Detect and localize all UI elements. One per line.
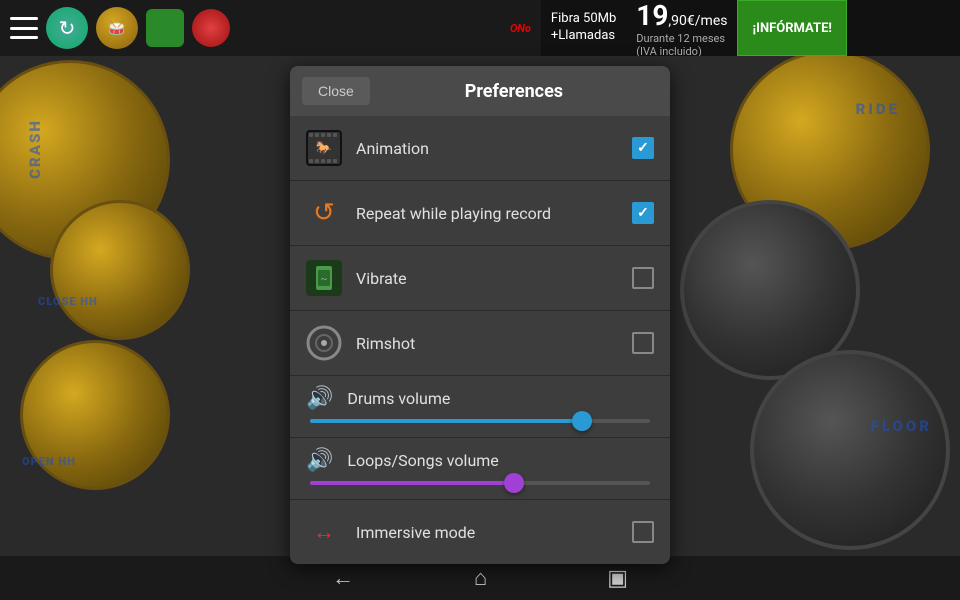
immersive-icon: ↔ <box>306 514 342 550</box>
ad-tax: (IVA incluido) <box>636 45 727 57</box>
immersive-checkbox[interactable] <box>632 521 654 543</box>
pref-item-animation[interactable]: 🐎 Animation <box>290 116 670 181</box>
top-bar-controls: ↻ 🥁 <box>10 7 230 49</box>
animation-checkbox[interactable] <box>632 137 654 159</box>
drums-volume-thumb[interactable] <box>572 411 592 431</box>
ad-duration: Durante 12 meses <box>636 32 727 45</box>
refresh-button[interactable]: ↻ <box>46 7 88 49</box>
rimshot-icon <box>306 325 342 361</box>
loops-speaker-icon: 🔊 <box>306 448 333 473</box>
svg-text:~: ~ <box>321 274 328 285</box>
loops-volume-fill <box>310 481 514 485</box>
ad-line1: Fibra 50Mb <box>551 11 616 28</box>
drums-volume-label: Drums volume <box>347 389 450 408</box>
drums-speaker-icon: 🔊 <box>306 386 333 411</box>
loops-volume-header: 🔊 Loops/Songs volume <box>306 448 654 473</box>
immersive-label: Immersive mode <box>356 523 632 542</box>
svg-text:🐎: 🐎 <box>316 140 332 156</box>
vibrate-icon: ~ <box>306 260 342 296</box>
drums-volume-header: 🔊 Drums volume <box>306 386 654 411</box>
ad-price: 19 ,90€/mes Durante 12 meses (IVA inclui… <box>626 0 737 56</box>
ad-cta-button[interactable]: ¡INFÓRMATE! <box>737 0 846 56</box>
repeat-checkbox[interactable] <box>632 202 654 224</box>
pref-item-immersive[interactable]: ↔ Immersive mode <box>290 500 670 564</box>
back-button[interactable]: ← <box>332 565 354 591</box>
ad-banner: ONo Fibra 50Mb +Llamadas 19 ,90€/mes Dur… <box>500 0 960 56</box>
recent-apps-button[interactable]: ▣ <box>607 566 628 591</box>
dialog-header: Close Preferences <box>290 66 670 116</box>
top-bar: ↻ 🥁 ONo Fibra 50Mb +Llamadas 19 ,90€/mes… <box>0 0 960 56</box>
dialog-overlay: Close Preferences <box>0 56 960 556</box>
animation-label: Animation <box>356 139 632 158</box>
close-button[interactable]: Close <box>302 77 370 105</box>
preferences-dialog: Close Preferences <box>290 66 670 564</box>
ad-line2: +Llamadas <box>551 28 616 45</box>
pref-item-rimshot[interactable]: Rimshot <box>290 311 670 376</box>
repeat-icon: ↺ <box>306 195 342 231</box>
loops-volume-track[interactable] <box>310 481 650 485</box>
rimshot-checkbox[interactable] <box>632 332 654 354</box>
vibrate-checkbox[interactable] <box>632 267 654 289</box>
pref-item-repeat[interactable]: ↺ Repeat while playing record <box>290 181 670 246</box>
ad-brand: ONo <box>500 0 541 56</box>
loops-volume-label: Loops/Songs volume <box>347 451 498 470</box>
ad-price-number: 19 <box>636 0 668 32</box>
record-button[interactable]: 🥁 <box>96 7 138 49</box>
pref-item-vibrate[interactable]: ~ Vibrate <box>290 246 670 311</box>
ad-price-cents: ,90€/mes <box>668 13 727 29</box>
home-button[interactable]: ⌂ <box>474 565 487 591</box>
drums-volume-fill <box>310 419 582 423</box>
drums-volume-section: 🔊 Drums volume <box>290 376 670 438</box>
loops-volume-thumb[interactable] <box>504 473 524 493</box>
repeat-label: Repeat while playing record <box>356 204 632 223</box>
loops-volume-section: 🔊 Loops/Songs volume <box>290 438 670 500</box>
drums-volume-track[interactable] <box>310 419 650 423</box>
ad-text: Fibra 50Mb +Llamadas <box>541 11 626 45</box>
menu-button[interactable] <box>10 17 38 39</box>
green-button[interactable] <box>146 9 184 47</box>
vibrate-label: Vibrate <box>356 269 632 288</box>
dialog-title: Preferences <box>370 81 658 102</box>
animation-icon: 🐎 <box>306 130 342 166</box>
rimshot-label: Rimshot <box>356 334 632 353</box>
red-button[interactable] <box>192 9 230 47</box>
